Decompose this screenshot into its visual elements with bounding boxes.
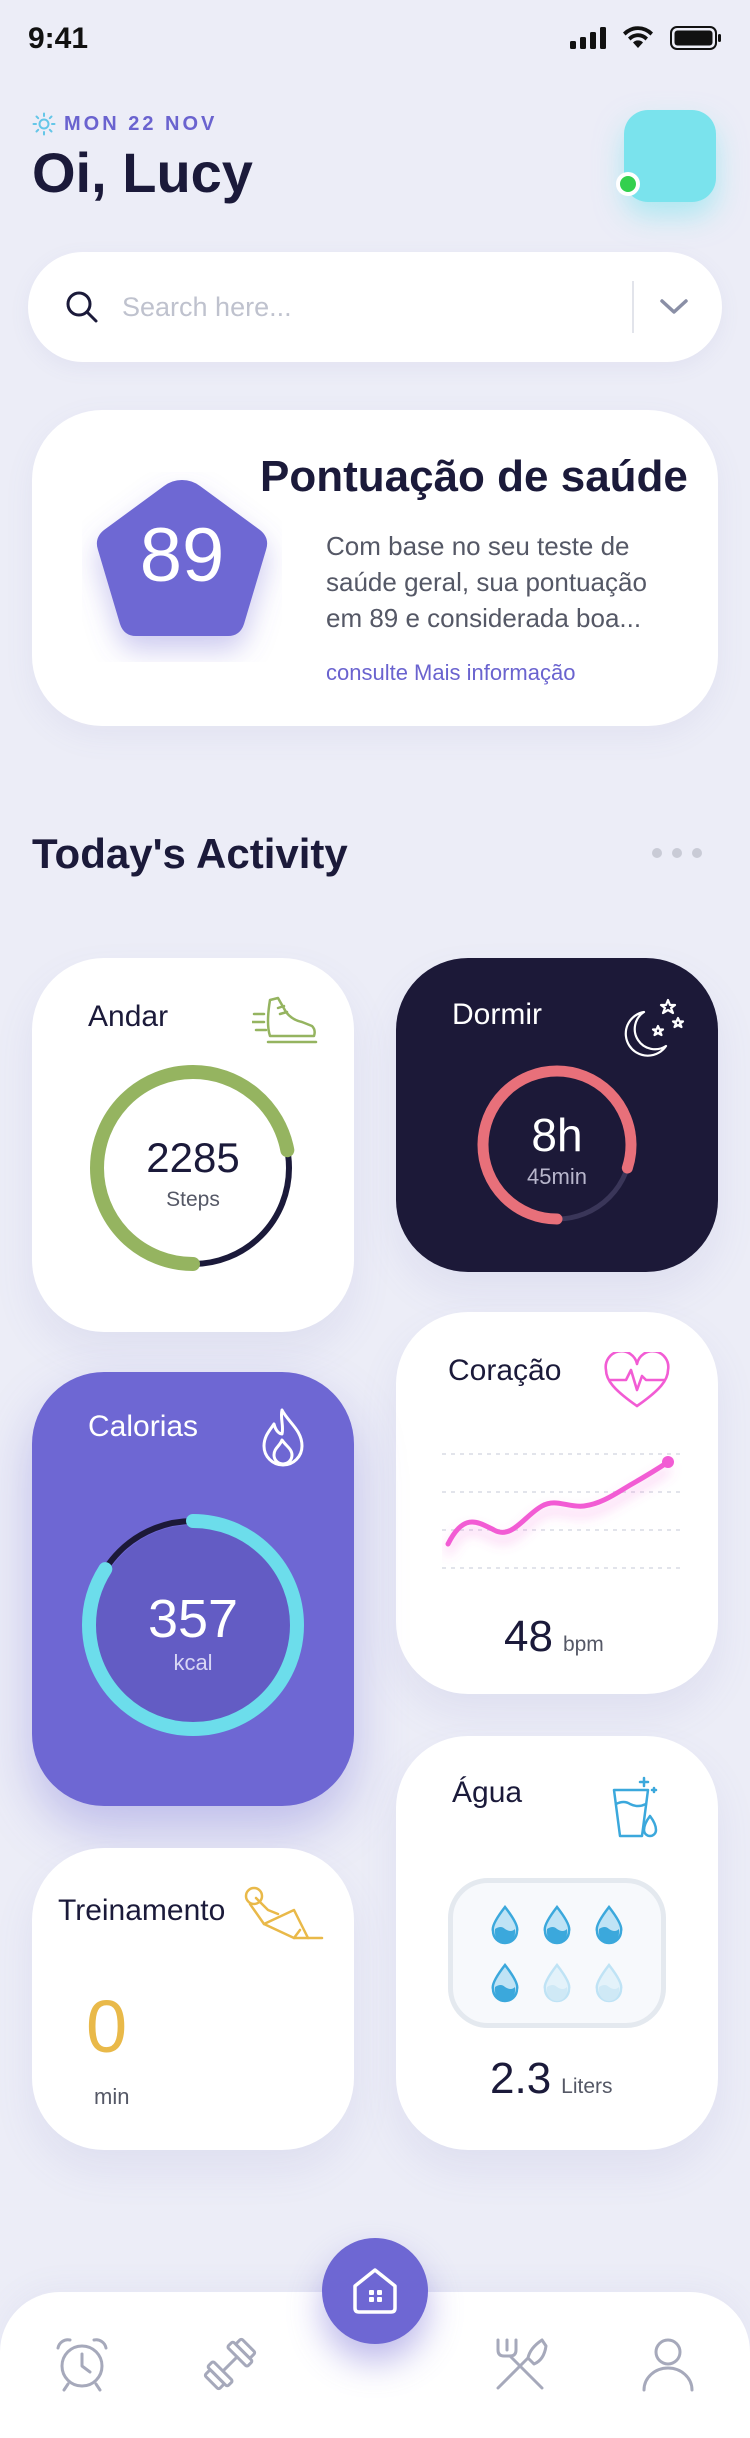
situp-icon [244, 1886, 324, 1940]
search-icon [66, 291, 98, 323]
walk-card[interactable]: Andar 2285 Steps [32, 958, 354, 1332]
training-unit: min [94, 2084, 130, 2109]
sleep-minutes: 45min [527, 1164, 587, 1189]
sleep-label: Dormir [452, 998, 542, 1031]
dot [652, 848, 662, 858]
heart-rate-readout: 48 bpm [504, 1612, 604, 1662]
heart-rate-graph [442, 1453, 682, 1569]
water-drops-panel [448, 1878, 666, 2028]
water-value: 2.3 [490, 2054, 552, 2103]
heart-rate-unit: bpm [562, 1633, 604, 1656]
heart-card[interactable]: Coração 48 bpm [396, 1312, 718, 1694]
more-info-link[interactable]: consulte Mais informação [326, 660, 575, 686]
water-glass-icon [612, 1776, 658, 1838]
water-card[interactable]: Água 2.3 Liters [396, 1736, 718, 2150]
alarm-icon[interactable] [52, 2334, 112, 2394]
dumbbell-icon[interactable] [200, 2334, 260, 2394]
home-button[interactable] [322, 2238, 428, 2344]
water-label: Água [452, 1776, 523, 1809]
home-icon [353, 2268, 397, 2314]
steps-unit: Steps [166, 1188, 220, 1211]
sleep-hours: 8h [531, 1109, 583, 1161]
search-divider [632, 281, 634, 333]
water-drops [491, 1904, 623, 2003]
calories-card[interactable]: Calorias 357 kcal [32, 1372, 354, 1806]
heart-label: Coração [448, 1354, 562, 1387]
water-readout: 2.3 Liters [490, 2054, 613, 2104]
greeting-title: Oi, Lucy [32, 141, 253, 204]
training-label: Treinamento [58, 1894, 226, 1927]
sleep-card[interactable]: Dormir 8h 45min [396, 958, 718, 1272]
calories-value: 357 [147, 1589, 239, 1649]
dot [672, 848, 682, 858]
moon-stars-icon [624, 998, 685, 1057]
health-score-card[interactable]: 89 Pontuação de saúde Com base no seu te… [32, 410, 718, 726]
signal-icon [570, 27, 606, 49]
search-bar [28, 252, 722, 362]
status-icons [570, 26, 722, 50]
steps-value: 2285 [146, 1134, 240, 1181]
flame-icon [262, 1408, 304, 1467]
training-card[interactable]: Treinamento 0 min [32, 1848, 354, 2150]
section-title: Today's Activity [32, 830, 348, 877]
training-value: 0 [86, 1985, 128, 2068]
more-options-button[interactable] [652, 848, 702, 858]
date-label: MON 22 NOV [64, 112, 218, 135]
water-unit: Liters [561, 2075, 613, 2098]
health-score-title: Pontuação de saúde [260, 452, 688, 501]
walk-label: Andar [88, 1000, 169, 1033]
online-status-dot [616, 172, 640, 196]
sneaker-icon [252, 996, 318, 1044]
health-score-description: Com base no seu teste de saúde geral, su… [326, 531, 647, 633]
profile-icon[interactable] [638, 2334, 698, 2394]
wifi-icon [623, 26, 653, 48]
battery-icon [670, 26, 721, 50]
chevron-down-icon[interactable] [658, 297, 690, 317]
heart-rate-value: 48 [504, 1612, 553, 1661]
date-row: MON 22 NOV [32, 112, 217, 136]
status-time: 9:41 [28, 22, 89, 55]
search-input[interactable] [122, 291, 632, 323]
calories-unit: kcal [173, 1650, 213, 1675]
dot [692, 848, 702, 858]
health-score-value: 89 [139, 513, 225, 598]
heartbeat-icon [604, 1352, 670, 1408]
sun-icon [32, 112, 56, 136]
cutlery-icon[interactable] [490, 2334, 550, 2394]
calories-label: Calorias [88, 1410, 199, 1443]
